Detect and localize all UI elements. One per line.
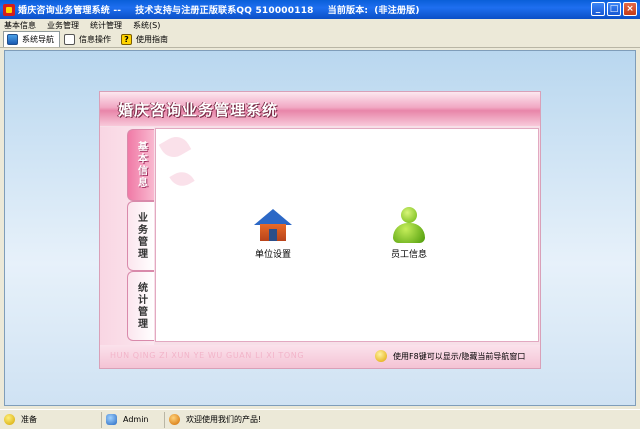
side-tab-label: 统计管理 (135, 282, 147, 330)
status-welcome: 欢迎使用我们的产品! (165, 412, 638, 428)
status-user-text: Admin (123, 415, 149, 424)
menu-statistics[interactable]: 统计管理 (90, 20, 122, 31)
tab-system-nav[interactable]: 系统导航 (3, 31, 60, 47)
footer-pinyin: HUN QING ZI XUN YE WU GUAN LI XI TONG (110, 351, 305, 360)
ready-icon (4, 414, 15, 425)
status-ready: 准备 (0, 411, 102, 428)
support-text: 技术支持与注册正版联系QQ 510000118 (135, 6, 314, 16)
tab-label: 使用指南 (136, 35, 168, 44)
menu-system[interactable]: 系统(S) (133, 20, 160, 31)
side-tab-basic-info[interactable]: 基本信息 (127, 129, 154, 201)
footer-hint-text: 使用F8键可以显示/隐藏当前导航窗口 (393, 351, 526, 361)
version-label: 当前版本: (327, 6, 369, 16)
menu-bar: 基本信息 业务管理 统计管理 系统(S) (0, 19, 640, 31)
info-icon (64, 34, 75, 45)
tab-label: 系统导航 (22, 35, 54, 44)
menu-business[interactable]: 业务管理 (47, 20, 79, 31)
version-value: (非注册版) (374, 6, 420, 16)
launcher-employee-info[interactable]: 员工信息 (390, 207, 428, 260)
status-welcome-text: 欢迎使用我们的产品! (186, 415, 262, 424)
launcher-unit-settings[interactable]: 单位设置 (254, 207, 292, 260)
user-icon (106, 414, 117, 425)
tab-bar: 系统导航 信息操作 使用指南 (0, 31, 640, 48)
panel-header: 婚庆咨询业务管理系统 (100, 92, 540, 126)
panel-footer: HUN QING ZI XUN YE WU GUAN LI XI TONG 使用… (100, 345, 540, 368)
window-controls: _ □ × (591, 2, 637, 16)
side-tab-statistics[interactable]: 统计管理 (127, 271, 154, 341)
launcher-label: 单位设置 (254, 250, 291, 260)
app-icon[interactable] (3, 3, 15, 16)
nav-panel: 婚庆咨询业务管理系统 基本信息 业务管理 统计管理 单位设置 员工信息 HUN … (99, 91, 541, 369)
side-tabs: 基本信息 业务管理 统计管理 (100, 127, 154, 345)
help-icon (121, 34, 132, 45)
welcome-icon (169, 414, 180, 425)
close-button[interactable]: × (623, 2, 637, 16)
status-user: Admin (102, 411, 165, 428)
status-bar: 准备 Admin 欢迎使用我们的产品! (0, 409, 640, 429)
launcher-label: 员工信息 (390, 250, 427, 260)
side-tab-label: 业务管理 (135, 212, 147, 260)
tab-label: 信息操作 (79, 35, 111, 44)
hint-icon (375, 350, 387, 362)
status-ready-text: 准备 (21, 415, 37, 424)
tab-info-ops[interactable]: 信息操作 (60, 32, 117, 47)
app-title: 婚庆咨询业务管理系统 -- (18, 6, 122, 16)
nav-icon (7, 34, 18, 45)
maximize-button[interactable]: □ (607, 2, 621, 16)
leaf-decoration (169, 167, 195, 191)
panel-content: 单位设置 员工信息 (155, 128, 539, 342)
tab-user-guide[interactable]: 使用指南 (117, 32, 174, 47)
panel-title: 婚庆咨询业务管理系统 (118, 101, 279, 119)
side-tab-label: 基本信息 (135, 141, 147, 189)
footer-hint: 使用F8键可以显示/隐藏当前导航窗口 (375, 350, 525, 362)
title-bar: 婚庆咨询业务管理系统 -- 技术支持与注册正版联系QQ 510000118 当前版本… (0, 0, 640, 19)
side-tab-business[interactable]: 业务管理 (127, 201, 154, 271)
house-icon (254, 207, 292, 243)
window-title: 婚庆咨询业务管理系统 -- 技术支持与注册正版联系QQ 510000118 当前版本… (18, 3, 434, 16)
minimize-button[interactable]: _ (591, 2, 605, 16)
menu-basic-info[interactable]: 基本信息 (4, 20, 36, 31)
person-icon (390, 207, 428, 243)
leaf-decoration (158, 131, 192, 163)
